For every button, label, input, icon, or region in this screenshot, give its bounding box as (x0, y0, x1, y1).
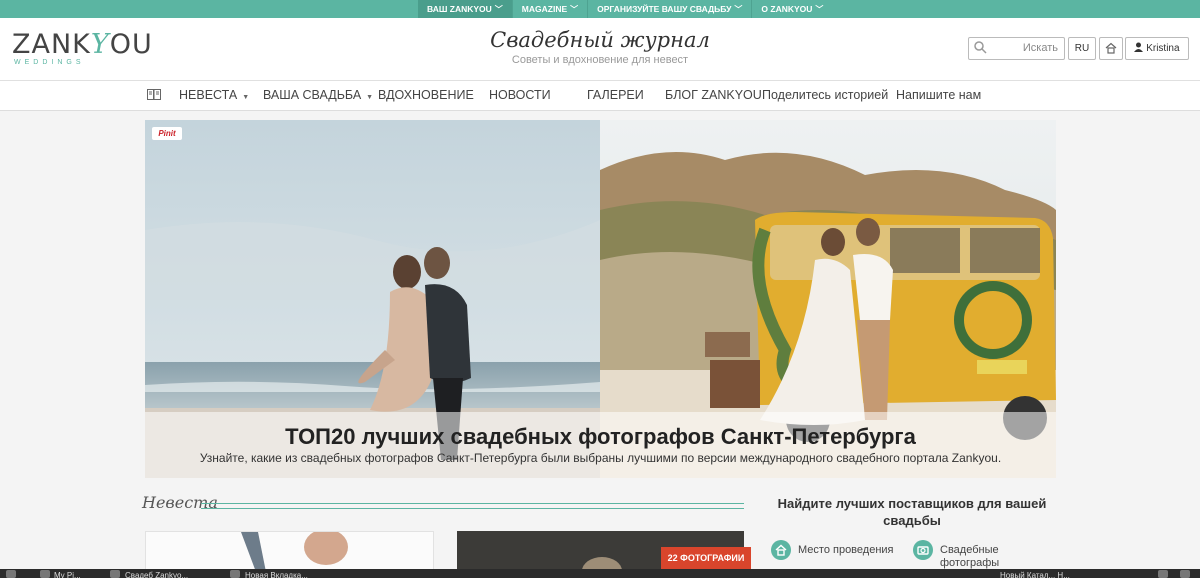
start-icon[interactable] (6, 570, 16, 578)
nav-item-label: ГАЛЕРЕИ (587, 88, 644, 102)
top-tab-label: ОРГАНИЗУЙТЕ ВАШУ СВАДЬБУ (597, 4, 732, 14)
language-button[interactable]: RU (1068, 37, 1096, 60)
top-tab-label: ВАШ ZANKYOU (427, 4, 492, 14)
chevron-down-icon: ﹀ (815, 5, 824, 14)
tray-icon[interactable] (1158, 570, 1168, 578)
taskbar: My Pi... Свадеб Zankyo... Новая Вкладка.… (0, 569, 1200, 578)
logo-y: Y (90, 29, 110, 60)
hero-banner[interactable]: Pinit ТОП20 лучших свадебных фотографов … (145, 120, 1056, 478)
nav-item-label: НОВОСТИ (489, 88, 551, 102)
camera-icon (913, 540, 933, 560)
nav-item-label: НЕВЕСТА (179, 88, 238, 102)
section-divider (201, 503, 744, 509)
nav-item-bride[interactable]: НЕВЕСТА ▼ (179, 81, 249, 112)
taskbar-item[interactable]: Новая Вкладка... (245, 569, 365, 578)
magazine-title[interactable]: Свадебный журнал (460, 28, 740, 52)
logo-text: ZANK (12, 29, 91, 60)
search-icon (974, 41, 987, 59)
house-icon (1105, 42, 1117, 54)
nav-item-blog[interactable]: БЛОГ ZANKYOU (665, 81, 762, 110)
venue-icon (771, 540, 791, 560)
nav-item-news[interactable]: НОВОСТИ (489, 81, 551, 110)
hero-title[interactable]: ТОП20 лучших свадебных фотографов Санкт-… (145, 424, 1056, 450)
nav-item-label: ВДОХНОВЕНИЕ (378, 88, 474, 102)
top-bar: ВАШ ZANKYOU ﹀ MAGAZINE ﹀ ОРГАНИЗУЙТЕ ВАШУ … (0, 0, 1200, 18)
main-nav: НЕВЕСТА ▼ ВАША СВАДЬБА ▼ ВДОХНОВЕНИЕ НОВОС… (0, 81, 1200, 111)
magazine-subtitle: Советы и вдохновение для невест (511, 54, 689, 66)
top-tab-label: О ZANKYOU (761, 4, 813, 14)
top-tab-magazine[interactable]: MAGAZINE ﹀ (511, 0, 587, 18)
search-box[interactable]: Искать (968, 37, 1065, 60)
nav-item-contact[interactable]: Напишите нам (896, 81, 981, 110)
taskbar-item[interactable]: Новый Катал... Н... (1000, 569, 1150, 578)
nav-item-inspiration[interactable]: ВДОХНОВЕНИЕ (378, 81, 474, 110)
app-icon (110, 570, 120, 578)
pinit-button[interactable]: Pinit (152, 127, 182, 140)
chevron-down-icon: ﹀ (494, 5, 503, 14)
chevron-down-icon: ﹀ (734, 5, 743, 14)
top-tab-your-zankyou[interactable]: ВАШ ZANKYOU ﹀ (418, 0, 512, 18)
nav-item-label: БЛОГ ZANKYOU (665, 88, 762, 102)
top-tab-label: MAGAZINE (521, 4, 568, 14)
user-menu-button[interactable]: Kristina (1125, 37, 1189, 60)
article-card[interactable] (145, 531, 434, 573)
top-tab-about[interactable]: О ZANKYOU ﹀ (751, 0, 832, 18)
nav-item-galleries[interactable]: ГАЛЕРЕИ (587, 81, 644, 110)
home-button[interactable] (1099, 37, 1123, 60)
nav-item-your-wedding[interactable]: ВАША СВАДЬБА ▼ (263, 81, 373, 112)
taskbar-item[interactable]: Свадеб Zankyo... (125, 569, 215, 578)
photo-count-badge: 22 ФОТОГРАФИИ (661, 547, 751, 569)
nav-item-share-story[interactable]: Поделитесь историей (762, 81, 888, 110)
nav-item-label: Напишите нам (896, 88, 982, 102)
user-name: Kristina (1146, 43, 1180, 54)
nav-item-label: ВАША СВАДЬБА (263, 88, 362, 102)
app-icon (40, 570, 50, 578)
book-icon[interactable] (147, 81, 161, 110)
article-card-image (146, 532, 433, 572)
caret-down-icon: ▼ (242, 94, 250, 101)
logo-subtitle: WEDDINGS (14, 59, 85, 66)
logo[interactable]: ZANKYOU WEDDINGS (12, 31, 153, 67)
taskbar-item[interactable]: My Pi... (54, 569, 104, 578)
chevron-down-icon: ﹀ (570, 5, 579, 14)
vendor-label: Место проведения (798, 544, 894, 556)
caret-down-icon: ▼ (366, 94, 374, 101)
vendors-title: Найдите лучших поставщиков для вашей сва… (777, 496, 1047, 528)
vendor-label: Свадебные фотографы (940, 544, 1000, 569)
search-input[interactable]: Искать (1023, 42, 1058, 54)
tray-icon[interactable] (1180, 570, 1190, 578)
app-icon (230, 570, 240, 578)
nav-item-label: Поделитесь историей (762, 88, 889, 102)
site-header: ZANKYOU WEDDINGS Свадебный журнал Советы… (0, 18, 1200, 81)
hero-description: Узнайте, какие из свадебных фотографов С… (199, 451, 1002, 465)
top-tab-organize[interactable]: ОРГАНИЗУЙТЕ ВАШУ СВАДЬБУ ﹀ (587, 0, 751, 18)
logo-text-end: OU (109, 29, 153, 60)
user-icon (1134, 42, 1144, 52)
